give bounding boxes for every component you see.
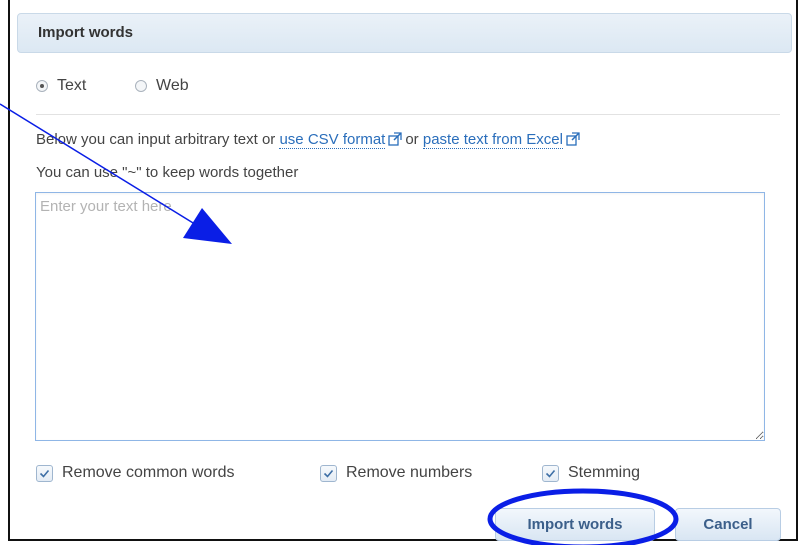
radio-web[interactable] [135,80,147,92]
instructions-prefix: Below you can input arbitrary text or [36,131,276,148]
import-words-button[interactable]: Import words [495,508,655,541]
stemming-checkbox[interactable] [542,465,559,482]
instructions-connector: or [405,131,419,148]
checkmark-icon [39,469,50,478]
checkmark-icon [545,469,556,478]
remove-common-words-checkbox[interactable] [36,465,53,482]
divider [36,114,780,115]
checkmark-icon [323,469,334,478]
external-link-icon[interactable] [388,132,402,146]
remove-numbers-label[interactable]: Remove numbers [346,464,472,482]
radio-text[interactable] [36,80,48,92]
stemming-label[interactable]: Stemming [568,464,640,482]
instructions-line: Below you can input arbitrary text or us… [36,131,583,149]
text-input-area[interactable] [35,192,765,441]
hint-text: You can use "~" to keep words together [36,164,299,181]
remove-common-words-label[interactable]: Remove common words [62,464,235,482]
radio-web-label[interactable]: Web [156,77,189,95]
external-link-icon[interactable] [566,132,580,146]
csv-format-link[interactable]: use CSV format [279,131,386,149]
radio-text-label[interactable]: Text [57,77,86,95]
dialog-header: Import words [17,13,792,53]
remove-numbers-checkbox[interactable] [320,465,337,482]
cancel-button[interactable]: Cancel [675,508,781,541]
dialog-title: Import words [38,24,134,41]
paste-from-excel-link[interactable]: paste text from Excel [422,131,563,149]
